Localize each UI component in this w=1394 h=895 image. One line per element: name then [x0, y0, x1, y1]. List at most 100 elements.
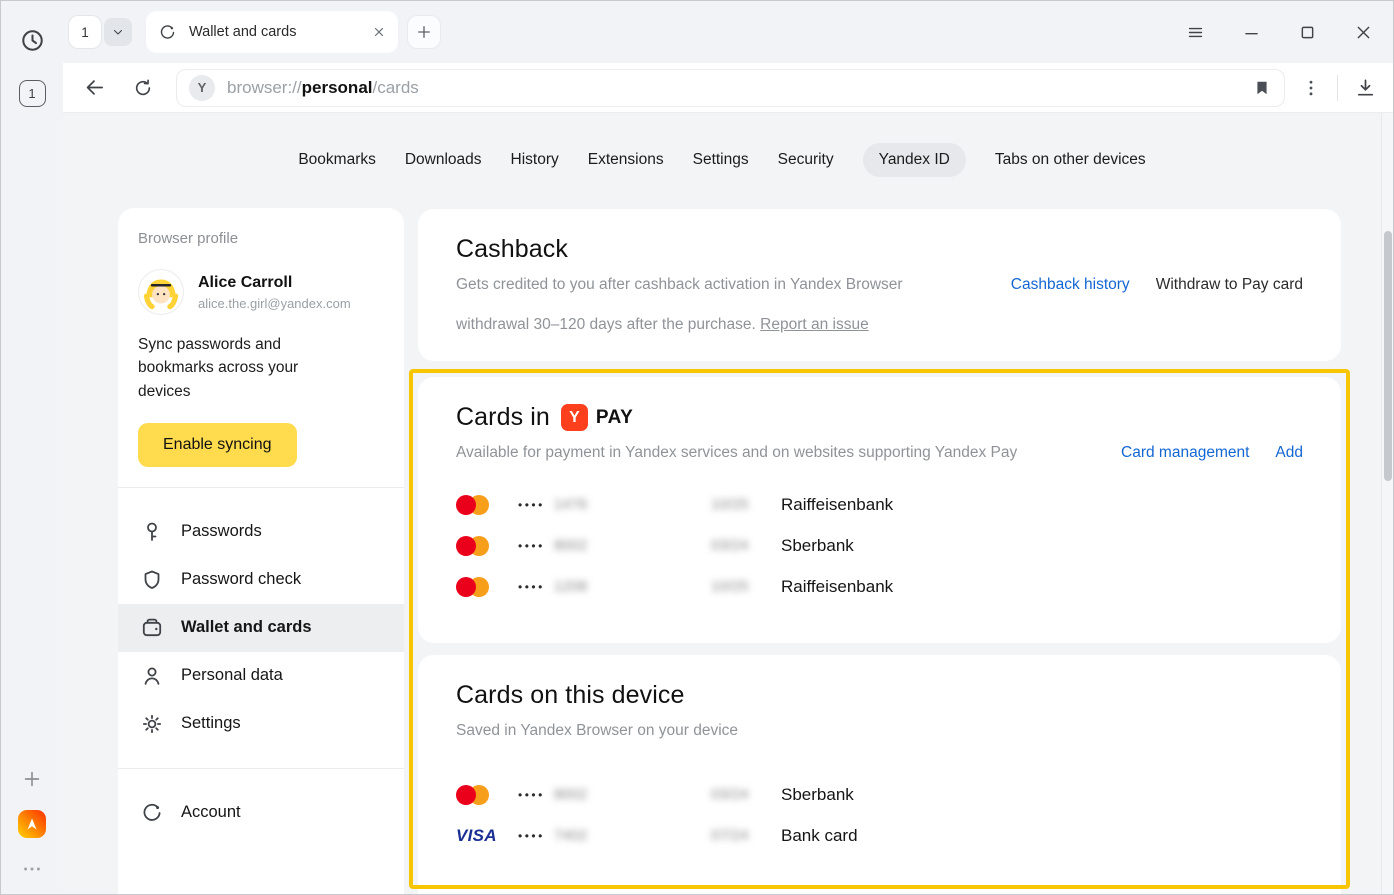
sidebar-item-account[interactable]: Account [118, 789, 404, 837]
avatar [138, 269, 184, 315]
sidebar-section-label: Browser profile [138, 230, 384, 247]
plus-icon [415, 23, 433, 41]
card-bank-name: Raiffeisenbank [781, 577, 1303, 597]
card-row[interactable]: ••••1208 10/25 Raiffeisenbank [456, 566, 1303, 607]
new-tab-button[interactable] [408, 16, 440, 48]
device-cards-card: Cards on this device Saved in Yandex Bro… [418, 655, 1341, 894]
shield-icon [140, 568, 164, 592]
account-ring-icon [140, 801, 164, 825]
tab-panel-badge[interactable]: 1 [19, 80, 46, 107]
nav-downloads[interactable]: Downloads [405, 143, 482, 177]
card-management-link[interactable]: Card management [1121, 444, 1249, 462]
url-scheme: browser:// [227, 78, 302, 97]
device-cards-subtitle: Saved in Yandex Browser on your device [456, 722, 1303, 740]
profile-email: alice.the.girl@yandex.com [198, 296, 351, 311]
yandex-browser-logo[interactable] [18, 810, 46, 838]
sidebar-item-password-check[interactable]: Password check [118, 556, 404, 604]
sidebar-item-wallet-and-cards[interactable]: Wallet and cards [118, 604, 404, 652]
downloads-icon[interactable] [1354, 76, 1377, 99]
card-number-blurred: 8002 [554, 537, 587, 554]
bookmark-flag-icon[interactable] [1252, 78, 1272, 98]
card-bank-name: Sberbank [781, 536, 1303, 556]
sidebar-item-passwords[interactable]: Passwords [118, 508, 404, 556]
window-controls [1186, 23, 1373, 42]
tab-group-count: 1 [81, 25, 89, 40]
nav-history[interactable]: History [511, 143, 559, 177]
tab-group: 1 [69, 16, 132, 48]
card-expiry-blurred: 10/25 [711, 578, 781, 595]
pay-cards-subtitle: Available for payment in Yandex services… [456, 444, 1121, 462]
person-icon [140, 664, 164, 688]
add-card-link[interactable]: Add [1275, 444, 1303, 462]
sidebar-divider [118, 487, 404, 488]
nav-security[interactable]: Security [778, 143, 834, 177]
browser-menu-icon[interactable] [1186, 23, 1205, 42]
sidebar-item-settings[interactable]: Settings [118, 700, 404, 748]
tab-group-chevron-button[interactable] [104, 18, 132, 46]
rail-add-icon[interactable] [21, 768, 43, 790]
card-expiry-blurred: 10/25 [711, 496, 781, 513]
nav-yandex-id[interactable]: Yandex ID [863, 143, 966, 177]
report-an-issue-link[interactable]: Report an issue [760, 316, 869, 333]
scrollbar-thumb[interactable] [1384, 231, 1392, 481]
close-icon[interactable] [1354, 23, 1373, 42]
card-row[interactable]: ••••1476 10/25 Raiffeisenbank [456, 484, 1303, 525]
reload-button[interactable] [132, 77, 154, 99]
sidebar-item-label: Wallet and cards [181, 618, 312, 637]
card-row[interactable]: •••• 8002 03/24 Sberbank [456, 525, 1303, 566]
yandex-pay-logo-text: PAY [596, 407, 633, 429]
minimize-icon[interactable] [1242, 23, 1261, 42]
url-host: personal [302, 78, 373, 97]
mastercard-icon [456, 784, 490, 806]
mastercard-icon [456, 576, 490, 598]
tab-close-icon[interactable] [372, 25, 386, 39]
yandex-pay-logo-icon: Y [561, 404, 588, 431]
page-scrollbar[interactable] [1381, 113, 1393, 894]
withdraw-to-pay-card-link[interactable]: Withdraw to Pay card [1156, 276, 1303, 294]
profile-name: Alice Carroll [198, 274, 351, 292]
gear-icon [140, 712, 164, 736]
toolbar-divider [1337, 75, 1338, 101]
chevron-down-icon [111, 25, 125, 39]
maximize-icon[interactable] [1298, 23, 1317, 42]
card-number-masked: •••• [518, 788, 545, 802]
pay-cards-title: Cards in [456, 403, 550, 432]
nav-settings[interactable]: Settings [693, 143, 749, 177]
sidebar-item-label: Personal data [181, 666, 283, 685]
nav-bookmarks[interactable]: Bookmarks [298, 143, 376, 177]
card-number-masked: •••• [518, 539, 545, 553]
profile-sidebar: Browser profile Alice Carroll [118, 208, 404, 894]
back-button[interactable] [83, 76, 106, 99]
settings-nav: Bookmarks Downloads History Extensions S… [63, 113, 1381, 177]
nav-extensions[interactable]: Extensions [588, 143, 664, 177]
card-row[interactable]: VISA ••••7402 07/24 Bank card [456, 815, 1303, 856]
tab-group-stub[interactable]: 1 [69, 16, 101, 48]
url-path: /cards [373, 78, 419, 97]
history-clock-icon[interactable] [19, 27, 46, 54]
toolbar-kebab-icon[interactable] [1301, 78, 1321, 98]
sidebar-item-label: Settings [181, 714, 241, 733]
card-expiry-blurred: 03/24 [711, 537, 781, 554]
cashback-history-link[interactable]: Cashback history [1011, 276, 1130, 294]
device-cards-list: ••••8002 03/24 Sberbank VISA ••••7402 07… [456, 774, 1303, 856]
sidebar-item-label: Account [181, 803, 241, 822]
enable-syncing-button[interactable]: Enable syncing [138, 423, 297, 467]
tab-wallet-and-cards[interactable]: Wallet and cards [146, 11, 398, 53]
sidebar-item-label: Passwords [181, 522, 262, 541]
card-row[interactable]: ••••8002 03/24 Sberbank [456, 774, 1303, 815]
card-number-masked: •••• [518, 580, 545, 594]
tab-strip: 1 Wallet and cards [63, 1, 1393, 63]
tab-panel-count: 1 [28, 86, 35, 101]
card-number-masked: •••• [518, 498, 545, 512]
nav-tabs-other-devices[interactable]: Tabs on other devices [995, 143, 1146, 177]
visa-icon: VISA [456, 826, 518, 846]
site-favicon-letter: Y [198, 80, 207, 95]
tab-title: Wallet and cards [189, 24, 372, 40]
card-expiry-blurred: 03/24 [711, 786, 781, 803]
rail-more-icon[interactable] [21, 858, 43, 880]
sidebar-item-personal-data[interactable]: Personal data [118, 652, 404, 700]
settings-page: Bookmarks Downloads History Extensions S… [63, 113, 1381, 894]
card-number-blurred: 8002 [554, 786, 587, 803]
card-number-blurred: 1476 [554, 496, 587, 513]
address-bar[interactable]: Y browser://personal/cards [176, 69, 1285, 107]
